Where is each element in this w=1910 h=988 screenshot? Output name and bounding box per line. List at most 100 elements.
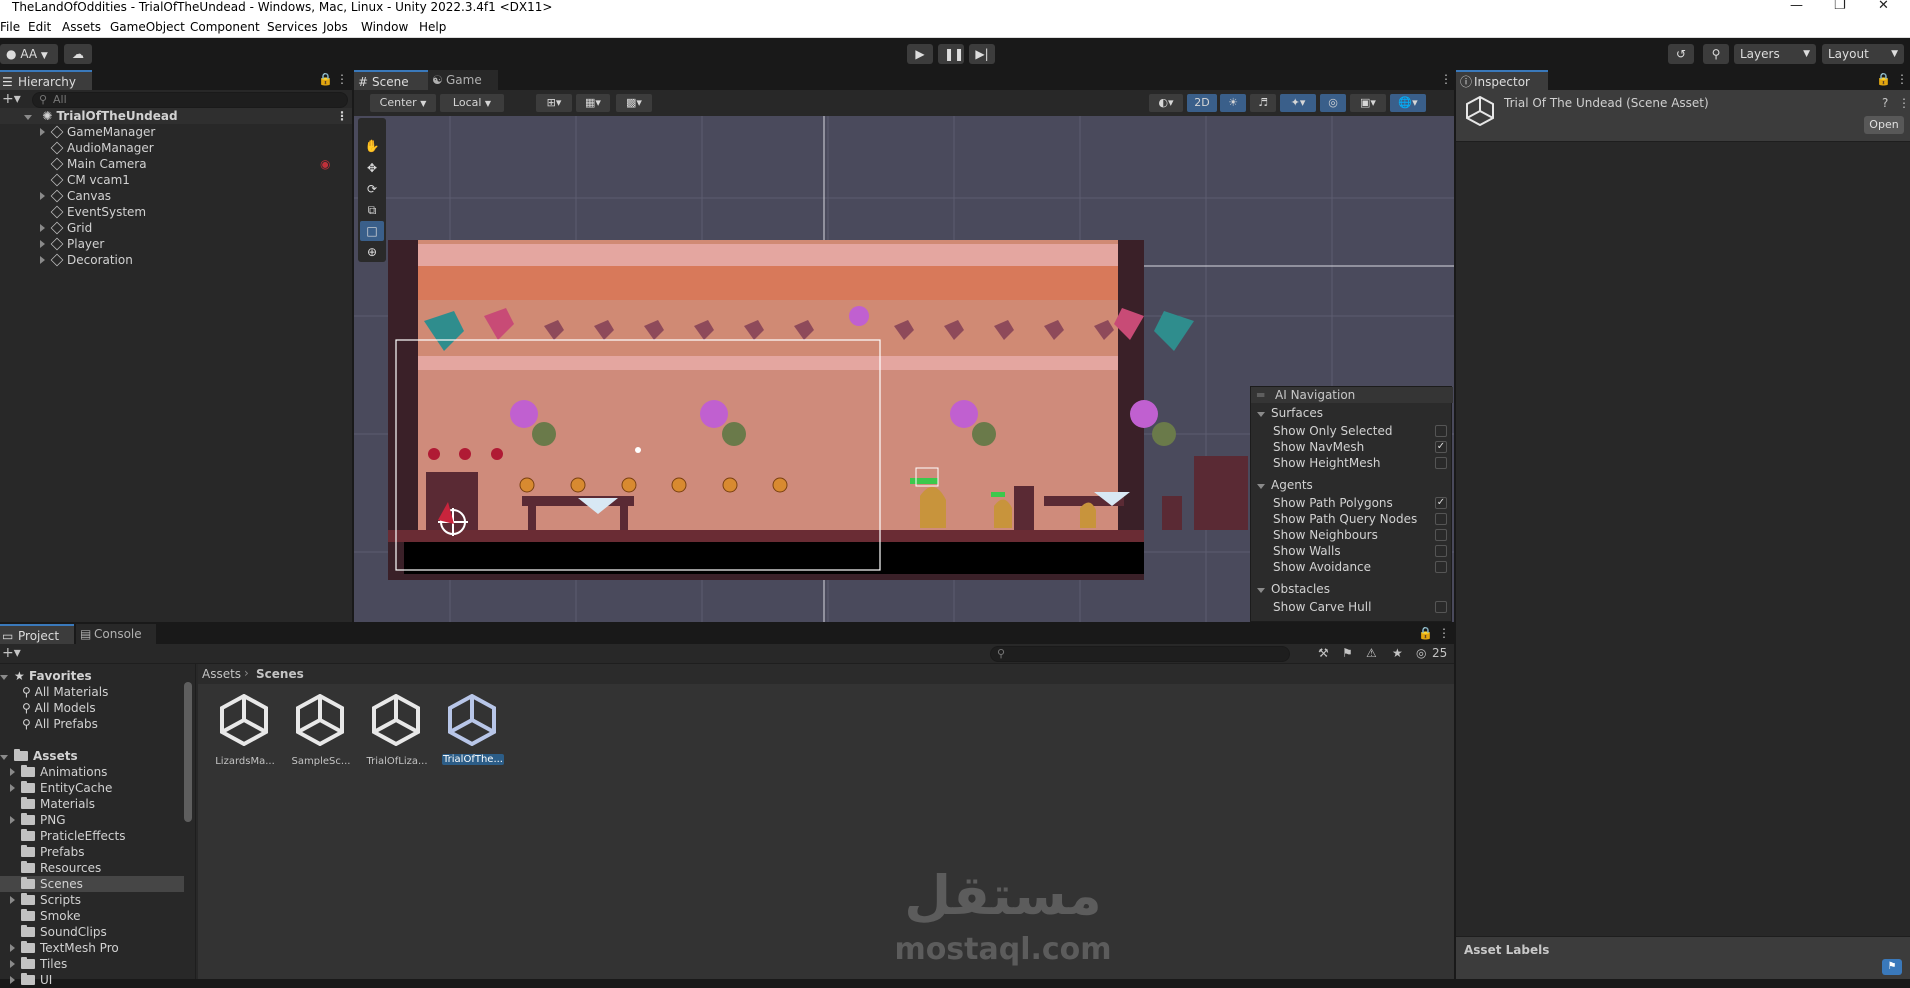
collapse-icon[interactable] — [1257, 588, 1265, 593]
folder-resources[interactable]: Resources — [21, 860, 101, 876]
folder-soundclips[interactable]: SoundClips — [21, 924, 107, 940]
step-button[interactable]: ▶| — [969, 44, 995, 64]
lighting-toggle[interactable]: ☀ — [1220, 94, 1246, 112]
folder-praticleeffects[interactable]: PraticleEffects — [21, 828, 125, 844]
tab-game[interactable]: ☯ Game — [428, 70, 498, 90]
favorite-star-icon[interactable]: ★ — [1392, 646, 1403, 660]
add-icon[interactable]: +▾ — [2, 91, 21, 107]
lock-icon[interactable]: 🔒 — [1418, 626, 1433, 640]
hidden-packages-icon[interactable]: ◎ — [1416, 646, 1426, 660]
favorites-header[interactable]: ★ Favorites — [0, 668, 92, 684]
expand-icon[interactable] — [10, 896, 15, 904]
file-item-trialoflizards[interactable]: TrialOfLiza... — [364, 694, 430, 772]
gizmos-toggle[interactable]: 🌐▾ — [1390, 94, 1426, 112]
favorite-all-materials[interactable]: ⚲ All Materials — [22, 684, 108, 700]
file-item-trialoftheundead[interactable]: TrialOfThe... — [440, 694, 506, 772]
folder-prefabs[interactable]: Prefabs — [21, 844, 85, 860]
more-options-icon[interactable]: ⋮ — [1896, 72, 1908, 86]
expand-icon[interactable] — [40, 240, 45, 248]
add-icon[interactable]: +▾ — [2, 645, 21, 661]
tree-scrollbar[interactable] — [184, 682, 192, 822]
folder-animations[interactable]: Animations — [10, 764, 107, 780]
collapse-icon[interactable] — [0, 675, 8, 680]
menu-component[interactable]: Component — [190, 20, 260, 34]
grid-visibility-button[interactable]: ▦▾ — [576, 94, 610, 112]
more-options-icon[interactable]: ⋮ — [1898, 96, 1910, 110]
menu-edit[interactable]: Edit — [28, 20, 51, 34]
menu-window[interactable]: Window — [361, 20, 408, 34]
folder-entitycache[interactable]: EntityCache — [10, 780, 112, 796]
folder-scenes[interactable]: Scenes — [0, 876, 184, 892]
2d-mode-toggle[interactable]: 2D — [1187, 94, 1217, 112]
checkbox-show-heightmesh[interactable] — [1435, 457, 1447, 469]
effects-toggle[interactable]: ✦▾ — [1280, 94, 1316, 112]
pause-button[interactable]: ❚❚ — [938, 44, 964, 64]
layout-dropdown[interactable]: Layout ▼ — [1822, 44, 1904, 64]
warning-filter-icon[interactable]: ⚠ — [1366, 646, 1377, 660]
restore-icon[interactable]: ❐ — [1834, 0, 1846, 13]
minimize-icon[interactable]: — — [1790, 0, 1803, 13]
tab-console[interactable]: ▤ Console — [76, 624, 156, 644]
project-search-input[interactable]: ⚲ — [990, 646, 1290, 662]
breadcrumb-assets[interactable]: Assets — [202, 667, 241, 681]
assets-header[interactable]: Assets — [0, 748, 78, 764]
expand-icon[interactable] — [24, 115, 32, 120]
cloud-button[interactable]: ☁ — [64, 44, 92, 64]
menu-jobs[interactable]: Jobs — [323, 20, 348, 34]
folder-scripts[interactable]: Scripts — [10, 892, 81, 908]
lock-icon[interactable]: 🔒 — [318, 72, 333, 86]
tab-scene[interactable]: # Scene — [354, 70, 428, 90]
file-item-lizardsmap[interactable]: LizardsMa... — [212, 694, 278, 772]
collapse-icon[interactable] — [1257, 412, 1265, 417]
folder-smoke[interactable]: Smoke — [21, 908, 81, 924]
help-icon[interactable]: ? — [1882, 96, 1888, 110]
menu-services[interactable]: Services — [267, 20, 318, 34]
scene-viewport[interactable]: ✋ ✥ ⟳ ⧉ □ ⊕ ═ AI Navigation Surfaces Sho… — [354, 116, 1454, 622]
camera-settings-button[interactable]: ▣▾ — [1350, 94, 1386, 112]
expand-icon[interactable] — [10, 784, 15, 792]
collapse-icon[interactable] — [0, 755, 8, 760]
favorite-all-prefabs[interactable]: ⚲ All Prefabs — [22, 716, 98, 732]
transform-tool-button[interactable]: ⊕ — [360, 242, 384, 262]
move-tool-button[interactable]: ✥ — [360, 158, 384, 178]
play-button[interactable]: ▶ — [907, 44, 933, 64]
checkbox-show-navmesh[interactable]: ✓ — [1435, 441, 1447, 453]
folder-textmesh-pro[interactable]: TextMesh Pro — [10, 940, 119, 956]
pivot-center-dropdown[interactable]: Center ▼ — [370, 94, 436, 112]
hierarchy-item-gamemanager[interactable]: GameManager — [40, 124, 155, 140]
more-options-icon[interactable]: ⋮ — [336, 72, 348, 86]
hierarchy-item-canvas[interactable]: Canvas — [40, 188, 111, 204]
hidden-objects-toggle[interactable]: ◎ — [1320, 94, 1346, 112]
menu-file[interactable]: File — [0, 20, 20, 34]
folder-tiles[interactable]: Tiles — [10, 956, 67, 972]
lock-icon[interactable]: 🔒 — [1876, 72, 1891, 86]
open-button[interactable]: Open — [1864, 116, 1904, 134]
expand-icon[interactable] — [10, 768, 15, 776]
rotate-tool-button[interactable]: ⟳ — [360, 179, 384, 199]
favorite-all-models[interactable]: ⚲ All Models — [22, 700, 96, 716]
menu-assets[interactable]: Assets — [62, 20, 101, 34]
hierarchy-item-audiomanager[interactable]: AudioManager — [50, 140, 154, 156]
surfaces-header[interactable]: Surfaces — [1257, 405, 1323, 421]
expand-icon[interactable] — [40, 256, 45, 264]
rect-tool-button[interactable]: □ — [360, 221, 384, 241]
expand-icon[interactable] — [10, 944, 15, 952]
hierarchy-item-cm-vcam1[interactable]: CM vcam1 — [50, 172, 130, 188]
folder-png[interactable]: PNG — [10, 812, 66, 828]
folder-materials[interactable]: Materials — [21, 796, 95, 812]
tab-inspector[interactable]: ⓘ Inspector — [1456, 70, 1548, 90]
expand-icon[interactable] — [10, 976, 15, 984]
checkbox-show-path-query-nodes[interactable] — [1435, 513, 1447, 525]
scale-tool-button[interactable]: ⧉ — [360, 200, 384, 220]
hierarchy-item-player[interactable]: Player — [40, 236, 104, 252]
account-dropdown[interactable]: ● AA ▼ — [0, 44, 58, 64]
expand-icon[interactable] — [10, 816, 15, 824]
checkbox-show-carve-hull[interactable] — [1435, 601, 1447, 613]
expand-icon[interactable] — [40, 224, 45, 232]
history-button[interactable]: ↺ — [1668, 44, 1694, 64]
space-local-dropdown[interactable]: Local ▼ — [440, 94, 504, 112]
hierarchy-item-eventsystem[interactable]: EventSystem — [50, 204, 146, 220]
hierarchy-search-input[interactable]: ⚲ All — [32, 92, 348, 108]
menu-help[interactable]: Help — [419, 20, 446, 34]
draw-mode-button[interactable]: ◐▾ — [1149, 94, 1183, 112]
